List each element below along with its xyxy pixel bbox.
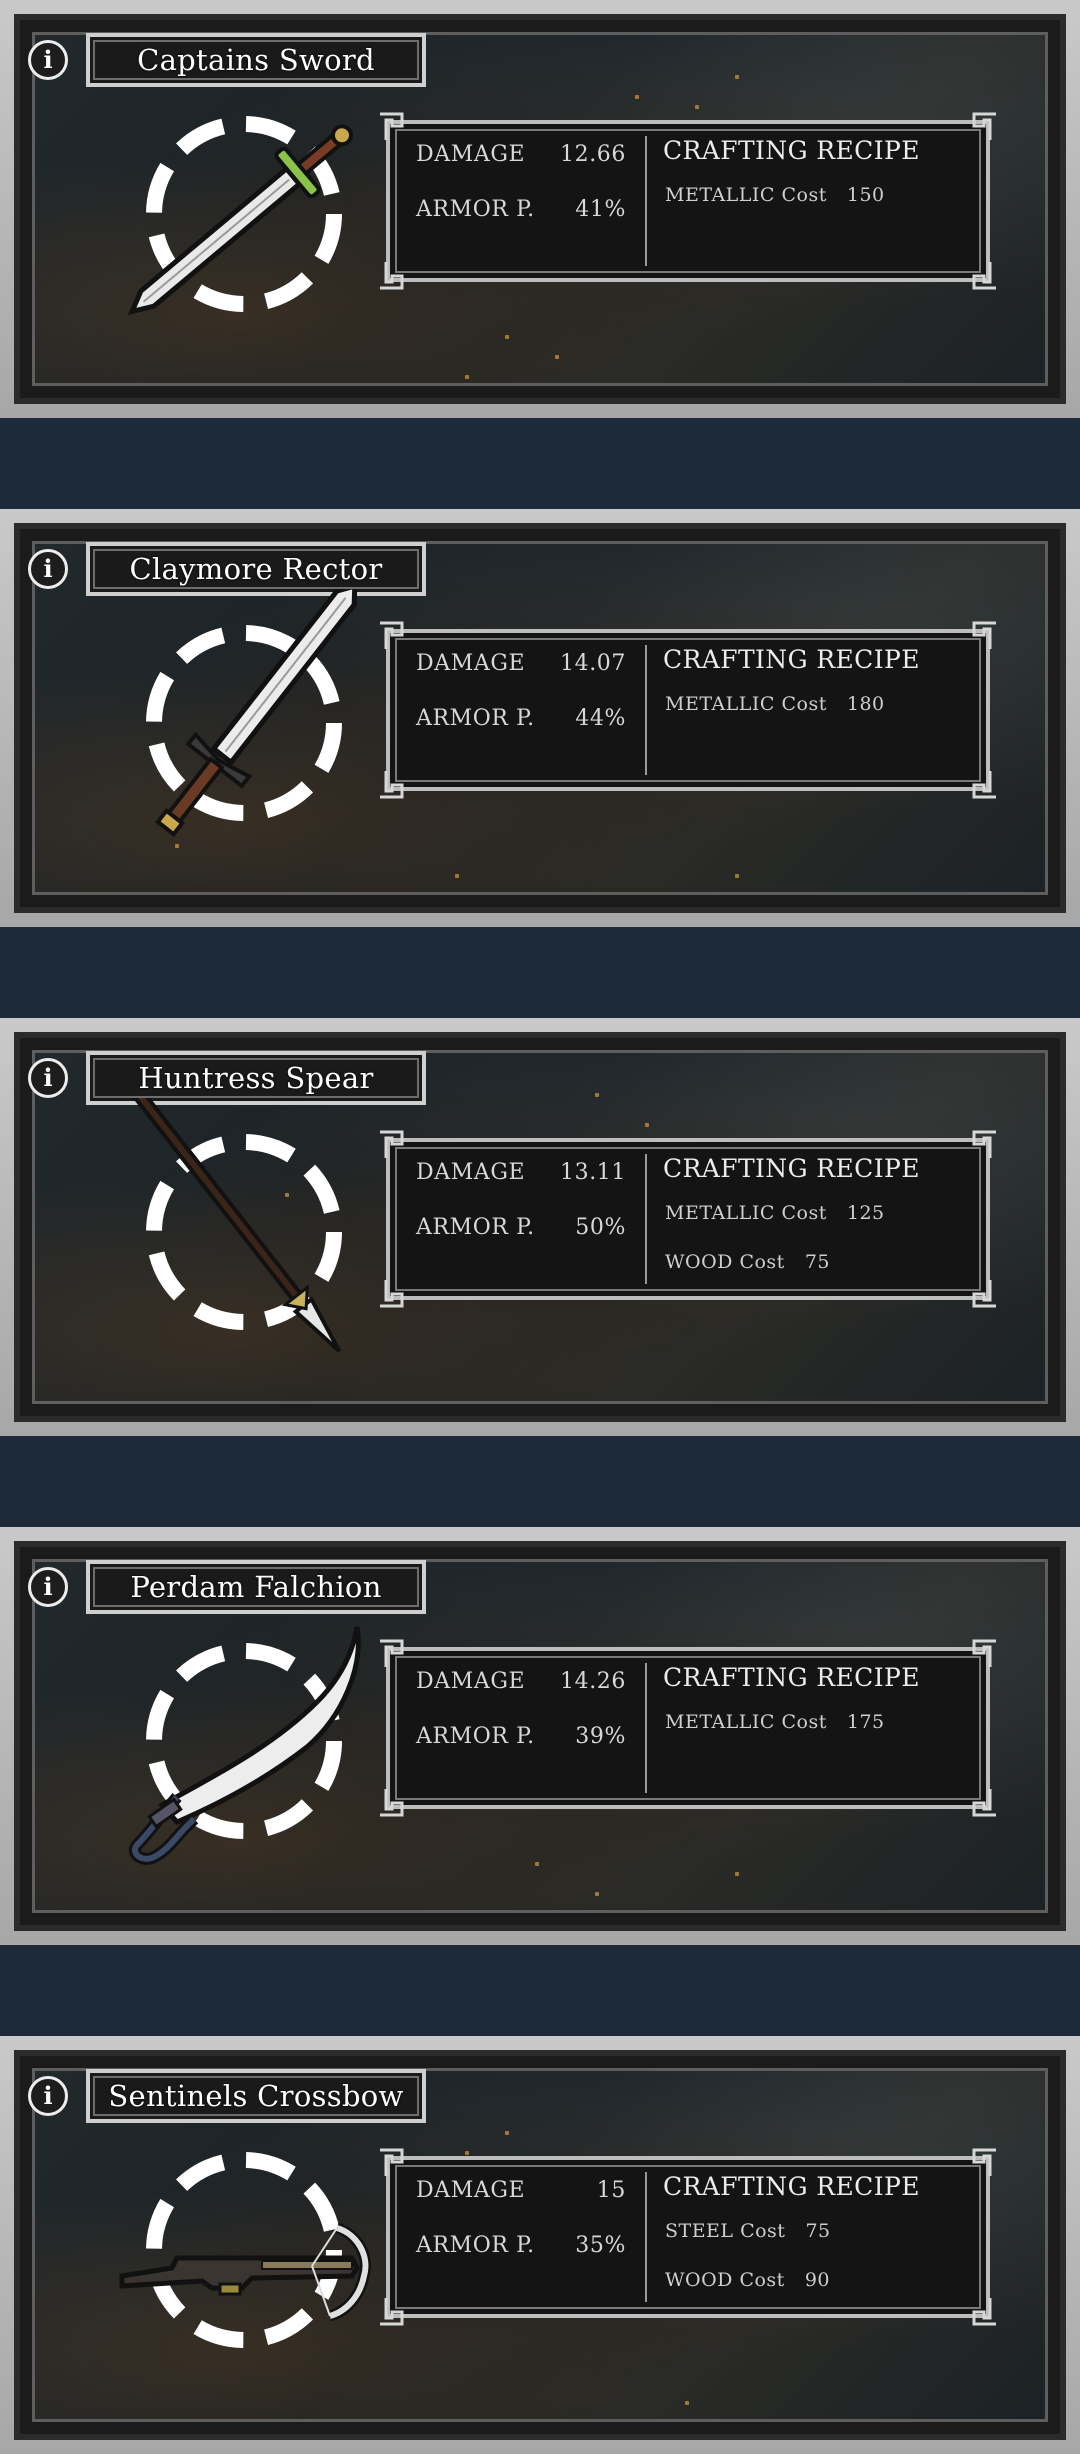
damage-label: DAMAGE [416, 2178, 526, 2203]
stats-panel: DAMAGE 13.11 ARMOR P. 50% CRAFTING RECIP… [378, 1130, 998, 1308]
armor-label: ARMOR P. [416, 1724, 535, 1749]
crafting-recipe: CRAFTING RECIPE METALLIC Cost 125 WOOD Co… [663, 1130, 983, 1308]
weapon-name: Perdam Falchion [130, 1570, 382, 1604]
armor-value: 39% [575, 1724, 626, 1749]
armor-label: ARMOR P. [416, 1215, 535, 1240]
recipe-amount: 90 [804, 2269, 831, 2291]
info-icon[interactable]: i [28, 1567, 68, 1607]
recipe-title: CRAFTING RECIPE [663, 1154, 920, 1183]
recipe-material: WOOD Cost [665, 1251, 785, 1273]
recipe-material: METALLIC Cost [665, 693, 827, 715]
weapon-card-perdam-falchion[interactable]: i Perdam Falchion DAMAGE 14.26 ARMOR P. … [0, 1527, 1080, 1945]
recipe-material: METALLIC Cost [665, 1202, 827, 1224]
armor-label: ARMOR P. [416, 2233, 535, 2258]
recipe-title: CRAFTING RECIPE [663, 2172, 920, 2201]
recipe-amount: 125 [846, 1202, 885, 1224]
damage-label: DAMAGE [416, 1669, 526, 1694]
damage-stat: DAMAGE 15 [416, 2178, 626, 2203]
recipe-item: METALLIC Cost 175 [665, 1711, 885, 1733]
crafting-recipe: CRAFTING RECIPE METALLIC Cost 180 [663, 621, 983, 799]
damage-label: DAMAGE [416, 651, 526, 676]
weapon-name-plate: Captains Sword [86, 33, 426, 87]
armor-value: 41% [575, 197, 626, 222]
weapon-name-plate: Claymore Rector [86, 542, 426, 596]
recipe-item: STEEL Cost 75 [665, 2220, 831, 2242]
recipe-amount: 175 [846, 1711, 885, 1733]
recipe-material: METALLIC Cost [665, 184, 827, 206]
recipe-amount: 180 [846, 693, 885, 715]
info-icon[interactable]: i [28, 549, 68, 589]
armor-label: ARMOR P. [416, 706, 535, 731]
weapon-name: Claymore Rector [129, 552, 383, 586]
damage-stat: DAMAGE 13.11 [416, 1160, 626, 1185]
weapon-card-claymore-rector[interactable]: i Claymore Rector DAMAGE 14.07 ARMOR P. … [0, 509, 1080, 927]
armor-stat: ARMOR P. 41% [416, 197, 626, 222]
weapon-card-captains-sword[interactable]: i Captains Sword DAMAGE 12.66 ARMOR P. 4… [0, 0, 1080, 418]
armor-stat: ARMOR P. 39% [416, 1724, 626, 1749]
recipe-material: STEEL Cost [665, 2220, 786, 2242]
armor-stat: ARMOR P. 50% [416, 1215, 626, 1240]
weapon-name: Huntress Spear [138, 1061, 374, 1095]
info-icon[interactable]: i [28, 2076, 68, 2116]
info-icon[interactable]: i [28, 1058, 68, 1098]
stats-panel: DAMAGE 15 ARMOR P. 35% CRAFTING RECIPE S… [378, 2148, 998, 2326]
recipe-amount: 150 [846, 184, 885, 206]
recipe-amount: 75 [805, 2220, 831, 2242]
armor-stat: ARMOR P. 44% [416, 706, 626, 731]
weapon-name: Captains Sword [137, 43, 375, 77]
crossbow-icon [119, 2222, 371, 2322]
recipe-title: CRAFTING RECIPE [663, 136, 920, 165]
recipe-material: WOOD Cost [665, 2269, 785, 2291]
damage-value: 14.07 [560, 651, 626, 676]
weapon-name-plate: Huntress Spear [86, 1051, 426, 1105]
falchion-icon [129, 1626, 361, 1865]
recipe-title: CRAFTING RECIPE [663, 1663, 920, 1692]
damage-value: 15 [596, 2178, 626, 2203]
weapon-list: i Captains Sword DAMAGE 12.66 ARMOR P. 4… [0, 0, 1080, 2454]
crafting-recipe: CRAFTING RECIPE METALLIC Cost 175 [663, 1639, 983, 1817]
damage-value: 12.66 [560, 142, 626, 167]
weapon-name-plate: Sentinels Crossbow [86, 2069, 426, 2123]
weapon-card-huntress-spear[interactable]: i Huntress Spear DAMAGE 13.11 ARMOR P. 5… [0, 1018, 1080, 1436]
weapon-name-plate: Perdam Falchion [86, 1560, 426, 1614]
stats-panel: DAMAGE 12.66 ARMOR P. 41% CRAFTING RECIP… [378, 112, 998, 290]
stats-panel: DAMAGE 14.26 ARMOR P. 39% CRAFTING RECIP… [378, 1639, 998, 1817]
crafting-recipe: CRAFTING RECIPE STEEL Cost 75 WOOD Cost 90 [663, 2148, 983, 2326]
armor-stat: ARMOR P. 35% [416, 2233, 626, 2258]
info-icon[interactable]: i [28, 40, 68, 80]
damage-value: 13.11 [560, 1160, 626, 1185]
recipe-amount: 75 [804, 1251, 831, 1273]
recipe-item: METALLIC Cost 180 [665, 693, 885, 715]
recipe-title: CRAFTING RECIPE [663, 645, 920, 674]
armor-label: ARMOR P. [416, 197, 535, 222]
weapon-card-sentinels-crossbow[interactable]: i Sentinels Crossbow DAMAGE 15 ARMOR P. … [0, 2036, 1080, 2454]
crafting-recipe: CRAFTING RECIPE METALLIC Cost 150 [663, 112, 983, 290]
damage-label: DAMAGE [416, 142, 526, 167]
recipe-item: WOOD Cost 75 [665, 1251, 830, 1273]
stats-panel: DAMAGE 14.07 ARMOR P. 44% CRAFTING RECIP… [378, 621, 998, 799]
weapon-name: Sentinels Crossbow [108, 2079, 404, 2113]
spear-icon [124, 1098, 342, 1353]
armor-value: 50% [575, 1215, 626, 1240]
recipe-item: WOOD Cost 90 [665, 2269, 830, 2291]
armor-value: 35% [575, 2233, 626, 2258]
damage-value: 14.26 [560, 1669, 626, 1694]
recipe-item: METALLIC Cost 125 [665, 1202, 885, 1224]
damage-stat: DAMAGE 14.26 [416, 1669, 626, 1694]
damage-stat: DAMAGE 12.66 [416, 142, 626, 167]
sword-icon [127, 124, 353, 316]
recipe-item: METALLIC Cost 150 [665, 184, 885, 206]
claymore-icon [155, 589, 358, 837]
damage-label: DAMAGE [416, 1160, 526, 1185]
damage-stat: DAMAGE 14.07 [416, 651, 626, 676]
recipe-material: METALLIC Cost [665, 1711, 827, 1733]
armor-value: 44% [575, 706, 626, 731]
